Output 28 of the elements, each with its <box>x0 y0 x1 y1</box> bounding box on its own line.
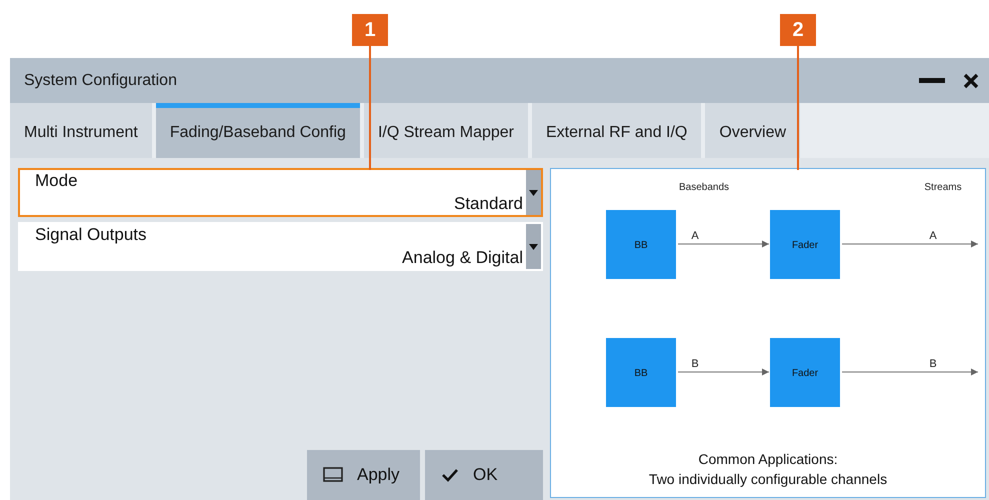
fader-block: Fader <box>770 338 840 407</box>
field-label: Signal Outputs <box>35 225 148 245</box>
column-header: Basebands <box>678 182 730 193</box>
channel-label: A <box>691 230 699 242</box>
window-title: System Configuration <box>24 72 178 90</box>
callout-badge: 1 <box>352 14 388 46</box>
apply-button[interactable]: Apply <box>307 450 420 500</box>
field-label: Mode <box>35 171 79 191</box>
tab[interactable]: Fading/Baseband Config <box>156 103 360 158</box>
fader-block: Fader <box>770 210 840 279</box>
stream-label: B <box>929 358 937 370</box>
callout-badge: 2 <box>780 14 816 46</box>
baseband-block: BB <box>606 210 676 279</box>
tab[interactable]: External RF and I/Q <box>532 103 702 158</box>
field-value: Standard <box>454 194 523 214</box>
dropdown-field[interactable]: Mode Standard <box>18 168 543 217</box>
tab[interactable]: Overview <box>705 103 800 158</box>
ok-button[interactable]: OK <box>425 450 543 500</box>
channel-label: B <box>691 358 699 370</box>
caption-text: Common Applications: <box>698 451 838 467</box>
column-header: Streams <box>924 182 962 193</box>
field-value: Analog & Digital <box>402 248 523 268</box>
dropdown-field[interactable]: Signal Outputs Analog & Digital <box>18 222 543 271</box>
caption-text: Two individually configurable channels <box>648 471 888 487</box>
tab[interactable]: I/Q Stream Mapper <box>364 103 528 158</box>
baseband-block: BB <box>606 338 676 407</box>
stream-label: A <box>929 230 937 242</box>
tab[interactable]: Multi Instrument <box>10 103 152 158</box>
